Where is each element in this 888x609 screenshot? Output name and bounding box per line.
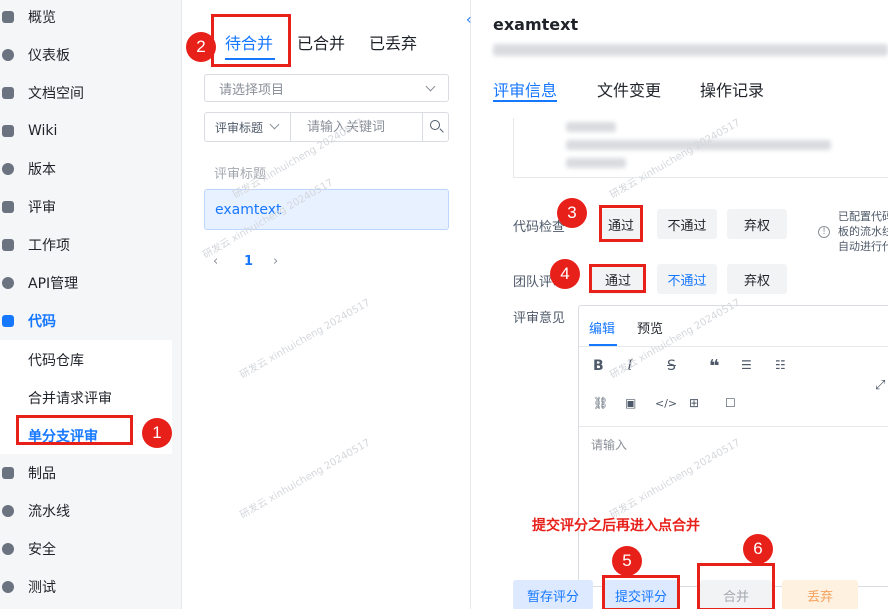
grid-icon: [2, 11, 14, 23]
tab-review-info[interactable]: 评审信息: [493, 77, 557, 101]
editor-tab-edit[interactable]: 编辑: [589, 318, 615, 337]
code-block-icon[interactable]: </>: [655, 397, 677, 410]
code-check-note-line-2: 板的流水线: [838, 225, 888, 238]
image-icon[interactable]: ▣: [625, 396, 636, 410]
left-navigation: 概览 仪表板 文档空间 Wiki 版本 评审 工作项 API管理 代码 代码仓库…: [0, 0, 182, 609]
subnav-item-merge-review[interactable]: 合并请求评审: [28, 388, 112, 408]
next-page-icon[interactable]: ›: [273, 254, 278, 269]
annotation-box-6: [697, 563, 775, 609]
fullscreen-icon[interactable]: ⤢: [875, 378, 885, 393]
annotation-box-2: [211, 14, 291, 67]
annotation-box-1: [16, 415, 133, 445]
nav-item-security[interactable]: 安全: [0, 530, 182, 568]
nav-item-review[interactable]: 评审: [0, 188, 182, 226]
annotation-box-4: [589, 264, 646, 293]
review-list-panel: 待合并 已合并 已丢弃 请选择项目 评审标题 评审标题 examtext ‹ 1…: [183, 0, 471, 609]
redacted-text: [566, 122, 616, 132]
project-select-placeholder: 请选择项目: [219, 82, 285, 98]
tab-merged[interactable]: 已合并: [297, 30, 345, 54]
nav-item-artifacts[interactable]: 制品: [0, 454, 182, 492]
code-check-note-line-1: 已配置代码: [838, 210, 888, 223]
annotation-number-4: 4: [550, 259, 580, 289]
discard-button[interactable]: 丢弃: [782, 580, 858, 609]
wiki-icon: [2, 125, 14, 137]
team-review-fail-button[interactable]: 不通过: [657, 264, 717, 294]
nav-item-test[interactable]: 测试: [0, 568, 182, 606]
chevron-down-icon: [269, 119, 280, 130]
divider: [579, 426, 888, 427]
review-icon: [2, 201, 14, 213]
search-button[interactable]: [422, 113, 448, 141]
tab-discarded[interactable]: 已丢弃: [369, 30, 417, 54]
review-title: examtext: [493, 15, 579, 34]
page-number[interactable]: 1: [244, 254, 253, 269]
version-icon: [2, 163, 14, 175]
nav-item-api[interactable]: API管理: [0, 264, 182, 302]
test-icon: [2, 581, 14, 593]
task-icon: [2, 239, 14, 251]
ordered-list-icon[interactable]: ☰: [741, 358, 752, 372]
info-icon: !: [818, 226, 830, 238]
save-draft-button[interactable]: 暂存评分: [513, 580, 593, 609]
search-type-value: 评审标题: [215, 120, 264, 135]
link-icon[interactable]: ⛓: [593, 396, 608, 410]
search-type-select[interactable]: 评审标题: [205, 113, 291, 141]
nav-item-workitems[interactable]: 工作项: [0, 226, 182, 264]
search-icon: [430, 120, 440, 130]
project-select[interactable]: 请选择项目: [204, 74, 449, 102]
divider: [579, 346, 888, 347]
nav-item-wiki[interactable]: Wiki: [0, 112, 182, 150]
share-icon: [2, 277, 14, 289]
code-check-fail-button[interactable]: 不通过: [657, 209, 717, 239]
pipeline-icon: [2, 505, 14, 517]
chevron-down-icon: [425, 81, 436, 92]
annotation-note: 提交评分之后再进入点合并: [532, 518, 700, 534]
annotation-number-2: 2: [186, 32, 216, 62]
editor-tab-preview[interactable]: 预览: [637, 318, 663, 337]
nav-item-overview[interactable]: 概览: [0, 0, 182, 36]
bold-icon[interactable]: B: [593, 358, 604, 374]
nav-item-pipeline[interactable]: 流水线: [0, 492, 182, 530]
annotation-number-3: 3: [557, 198, 587, 228]
task-list-icon[interactable]: ☐: [725, 396, 736, 410]
annotation-box-3: [599, 205, 643, 242]
detail-tab-active-indicator: [493, 100, 557, 102]
dashboard-icon: [2, 49, 14, 61]
nav-item-dashboard[interactable]: 仪表板: [0, 36, 182, 74]
strikethrough-icon[interactable]: S: [667, 358, 676, 374]
artifact-icon: [2, 467, 14, 479]
redacted-text: [493, 44, 888, 56]
quote-icon[interactable]: ❝: [709, 356, 720, 377]
shield-icon: [2, 543, 14, 555]
tab-operation-log[interactable]: 操作记录: [700, 77, 764, 101]
code-check-note-line-3: 自动进行代: [838, 240, 888, 253]
code-check-abstain-button[interactable]: 弃权: [727, 209, 787, 239]
redacted-text: [566, 158, 626, 168]
table-icon[interactable]: ⊞: [689, 396, 699, 410]
annotation-box-5: [602, 575, 680, 609]
subnav-item-repos[interactable]: 代码仓库: [28, 350, 84, 370]
nav-item-docs[interactable]: 文档空间: [0, 74, 182, 112]
annotation-number-6: 6: [743, 534, 773, 564]
annotation-number-1: 1: [142, 418, 172, 448]
doc-icon: [2, 87, 14, 99]
team-review-abstain-button[interactable]: 弃权: [727, 264, 787, 294]
tab-file-changes[interactable]: 文件变更: [597, 77, 661, 101]
nav-item-code[interactable]: 代码: [0, 302, 182, 340]
code-icon: [2, 315, 14, 327]
nav-item-version[interactable]: 版本: [0, 150, 182, 188]
unordered-list-icon[interactable]: ☷: [775, 358, 786, 372]
collapse-panel-icon[interactable]: ‹: [466, 12, 472, 28]
annotation-number-5: 5: [612, 546, 642, 576]
comment-label: 评审意见: [513, 311, 566, 326]
